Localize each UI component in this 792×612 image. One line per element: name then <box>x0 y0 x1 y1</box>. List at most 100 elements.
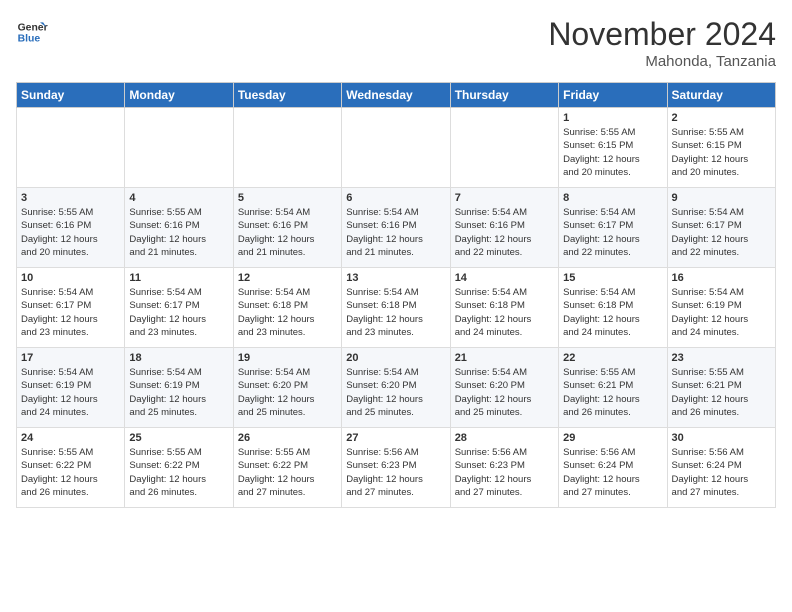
calendar-cell: 29 Sunrise: 5:56 AM Sunset: 6:24 PM Dayli… <box>559 428 667 508</box>
calendar-cell: 8 Sunrise: 5:54 AM Sunset: 6:17 PM Daylig… <box>559 188 667 268</box>
calendar-cell <box>125 108 233 188</box>
week-row-3: 10Sunrise: 5:54 AM Sunset: 6:17 PM Dayli… <box>17 268 776 348</box>
day-number: 22 <box>563 352 662 364</box>
calendar-cell: 19Sunrise: 5:54 AM Sunset: 6:20 PM Dayli… <box>233 348 341 428</box>
day-number: 3 <box>21 192 120 204</box>
day-number: 25 <box>129 432 228 444</box>
day-detail: Sunrise: 5:54 AM Sunset: 6:20 PM Dayligh… <box>346 366 445 419</box>
weekday-header-tuesday: Tuesday <box>233 83 341 108</box>
day-number: 9 <box>672 192 771 204</box>
day-number: 16 <box>672 272 771 284</box>
day-detail: Sunrise: 5:54 AM Sunset: 6:19 PM Dayligh… <box>21 366 120 419</box>
calendar-cell: 20 Sunrise: 5:54 AM Sunset: 6:20 PM Dayli… <box>342 348 450 428</box>
calendar-cell: 3 Sunrise: 5:55 AM Sunset: 6:16 PM Daylig… <box>17 188 125 268</box>
day-number: 2 <box>672 112 771 124</box>
month-title: November 2024 <box>548 16 776 53</box>
weekday-header-friday: Friday <box>559 83 667 108</box>
day-detail: Sunrise: 5:54 AM Sunset: 6:16 PM Dayligh… <box>346 206 445 259</box>
day-number: 20 <box>346 352 445 364</box>
weekday-header-row: SundayMondayTuesdayWednesdayThursdayFrid… <box>17 83 776 108</box>
day-detail: Sunrise: 5:55 AM Sunset: 6:22 PM Dayligh… <box>21 446 120 499</box>
day-detail: Sunrise: 5:56 AM Sunset: 6:24 PM Dayligh… <box>563 446 662 499</box>
calendar-cell <box>233 108 341 188</box>
day-detail: Sunrise: 5:54 AM Sunset: 6:16 PM Dayligh… <box>455 206 554 259</box>
day-detail: Sunrise: 5:55 AM Sunset: 6:16 PM Dayligh… <box>129 206 228 259</box>
day-detail: Sunrise: 5:54 AM Sunset: 6:19 PM Dayligh… <box>129 366 228 419</box>
svg-text:Blue: Blue <box>18 34 41 45</box>
day-detail: Sunrise: 5:54 AM Sunset: 6:17 PM Dayligh… <box>563 206 662 259</box>
day-detail: Sunrise: 5:54 AM Sunset: 6:20 PM Dayligh… <box>455 366 554 419</box>
weekday-header-monday: Monday <box>125 83 233 108</box>
calendar-cell: 4 Sunrise: 5:55 AM Sunset: 6:16 PM Daylig… <box>125 188 233 268</box>
calendar-cell: 7 Sunrise: 5:54 AM Sunset: 6:16 PM Daylig… <box>450 188 558 268</box>
calendar-cell: 14Sunrise: 5:54 AM Sunset: 6:18 PM Dayli… <box>450 268 558 348</box>
logo-icon: General Blue <box>16 16 48 48</box>
day-number: 4 <box>129 192 228 204</box>
header: General Blue November 2024 Mahonda, Tanz… <box>16 16 776 70</box>
title-area: November 2024 Mahonda, Tanzania <box>548 16 776 70</box>
calendar-cell: 9 Sunrise: 5:54 AM Sunset: 6:17 PM Daylig… <box>667 188 775 268</box>
calendar-cell: 16 Sunrise: 5:54 AM Sunset: 6:19 PM Dayli… <box>667 268 775 348</box>
calendar-cell: 25 Sunrise: 5:55 AM Sunset: 6:22 PM Dayli… <box>125 428 233 508</box>
day-detail: Sunrise: 5:55 AM Sunset: 6:15 PM Dayligh… <box>672 126 771 179</box>
day-number: 19 <box>238 352 337 364</box>
week-row-1: 1Sunrise: 5:55 AM Sunset: 6:15 PM Daylig… <box>17 108 776 188</box>
calendar-cell: 26Sunrise: 5:55 AM Sunset: 6:22 PM Dayli… <box>233 428 341 508</box>
day-detail: Sunrise: 5:55 AM Sunset: 6:22 PM Dayligh… <box>129 446 228 499</box>
calendar-cell: 6 Sunrise: 5:54 AM Sunset: 6:16 PM Daylig… <box>342 188 450 268</box>
calendar-cell <box>450 108 558 188</box>
day-detail: Sunrise: 5:55 AM Sunset: 6:21 PM Dayligh… <box>563 366 662 419</box>
week-row-5: 24 Sunrise: 5:55 AM Sunset: 6:22 PM Dayli… <box>17 428 776 508</box>
day-detail: Sunrise: 5:54 AM Sunset: 6:19 PM Dayligh… <box>672 286 771 339</box>
day-number: 28 <box>455 432 554 444</box>
day-detail: Sunrise: 5:56 AM Sunset: 6:23 PM Dayligh… <box>455 446 554 499</box>
calendar-cell: 10Sunrise: 5:54 AM Sunset: 6:17 PM Dayli… <box>17 268 125 348</box>
day-number: 5 <box>238 192 337 204</box>
day-detail: Sunrise: 5:54 AM Sunset: 6:17 PM Dayligh… <box>21 286 120 339</box>
calendar-cell: 22 Sunrise: 5:55 AM Sunset: 6:21 PM Dayli… <box>559 348 667 428</box>
day-number: 17 <box>21 352 120 364</box>
day-number: 30 <box>672 432 771 444</box>
location-title: Mahonda, Tanzania <box>548 53 776 70</box>
day-detail: Sunrise: 5:55 AM Sunset: 6:21 PM Dayligh… <box>672 366 771 419</box>
day-detail: Sunrise: 5:54 AM Sunset: 6:17 PM Dayligh… <box>129 286 228 339</box>
calendar-table: SundayMondayTuesdayWednesdayThursdayFrid… <box>16 82 776 508</box>
day-number: 26 <box>238 432 337 444</box>
calendar-cell <box>342 108 450 188</box>
day-number: 24 <box>21 432 120 444</box>
day-detail: Sunrise: 5:54 AM Sunset: 6:18 PM Dayligh… <box>346 286 445 339</box>
weekday-header-saturday: Saturday <box>667 83 775 108</box>
day-detail: Sunrise: 5:56 AM Sunset: 6:24 PM Dayligh… <box>672 446 771 499</box>
day-number: 15 <box>563 272 662 284</box>
calendar-cell: 23Sunrise: 5:55 AM Sunset: 6:21 PM Dayli… <box>667 348 775 428</box>
day-number: 11 <box>129 272 228 284</box>
day-number: 7 <box>455 192 554 204</box>
day-number: 14 <box>455 272 554 284</box>
calendar-cell: 24 Sunrise: 5:55 AM Sunset: 6:22 PM Dayli… <box>17 428 125 508</box>
calendar-cell: 15Sunrise: 5:54 AM Sunset: 6:18 PM Dayli… <box>559 268 667 348</box>
day-detail: Sunrise: 5:55 AM Sunset: 6:16 PM Dayligh… <box>21 206 120 259</box>
day-number: 29 <box>563 432 662 444</box>
day-detail: Sunrise: 5:54 AM Sunset: 6:18 PM Dayligh… <box>238 286 337 339</box>
week-row-2: 3 Sunrise: 5:55 AM Sunset: 6:16 PM Daylig… <box>17 188 776 268</box>
calendar-cell: 12 Sunrise: 5:54 AM Sunset: 6:18 PM Dayli… <box>233 268 341 348</box>
calendar-cell: 11 Sunrise: 5:54 AM Sunset: 6:17 PM Dayli… <box>125 268 233 348</box>
day-number: 8 <box>563 192 662 204</box>
day-detail: Sunrise: 5:54 AM Sunset: 6:16 PM Dayligh… <box>238 206 337 259</box>
calendar-cell: 17 Sunrise: 5:54 AM Sunset: 6:19 PM Dayli… <box>17 348 125 428</box>
day-detail: Sunrise: 5:54 AM Sunset: 6:17 PM Dayligh… <box>672 206 771 259</box>
calendar-cell: 13Sunrise: 5:54 AM Sunset: 6:18 PM Dayli… <box>342 268 450 348</box>
calendar-cell: 18Sunrise: 5:54 AM Sunset: 6:19 PM Dayli… <box>125 348 233 428</box>
calendar-cell: 1Sunrise: 5:55 AM Sunset: 6:15 PM Daylig… <box>559 108 667 188</box>
calendar-cell: 27Sunrise: 5:56 AM Sunset: 6:23 PM Dayli… <box>342 428 450 508</box>
calendar-cell: 21 Sunrise: 5:54 AM Sunset: 6:20 PM Dayli… <box>450 348 558 428</box>
day-number: 6 <box>346 192 445 204</box>
calendar-cell: 5 Sunrise: 5:54 AM Sunset: 6:16 PM Daylig… <box>233 188 341 268</box>
day-number: 21 <box>455 352 554 364</box>
week-row-4: 17 Sunrise: 5:54 AM Sunset: 6:19 PM Dayli… <box>17 348 776 428</box>
calendar-cell <box>17 108 125 188</box>
day-number: 27 <box>346 432 445 444</box>
weekday-header-sunday: Sunday <box>17 83 125 108</box>
day-number: 12 <box>238 272 337 284</box>
calendar-cell: 30 Sunrise: 5:56 AM Sunset: 6:24 PM Dayli… <box>667 428 775 508</box>
